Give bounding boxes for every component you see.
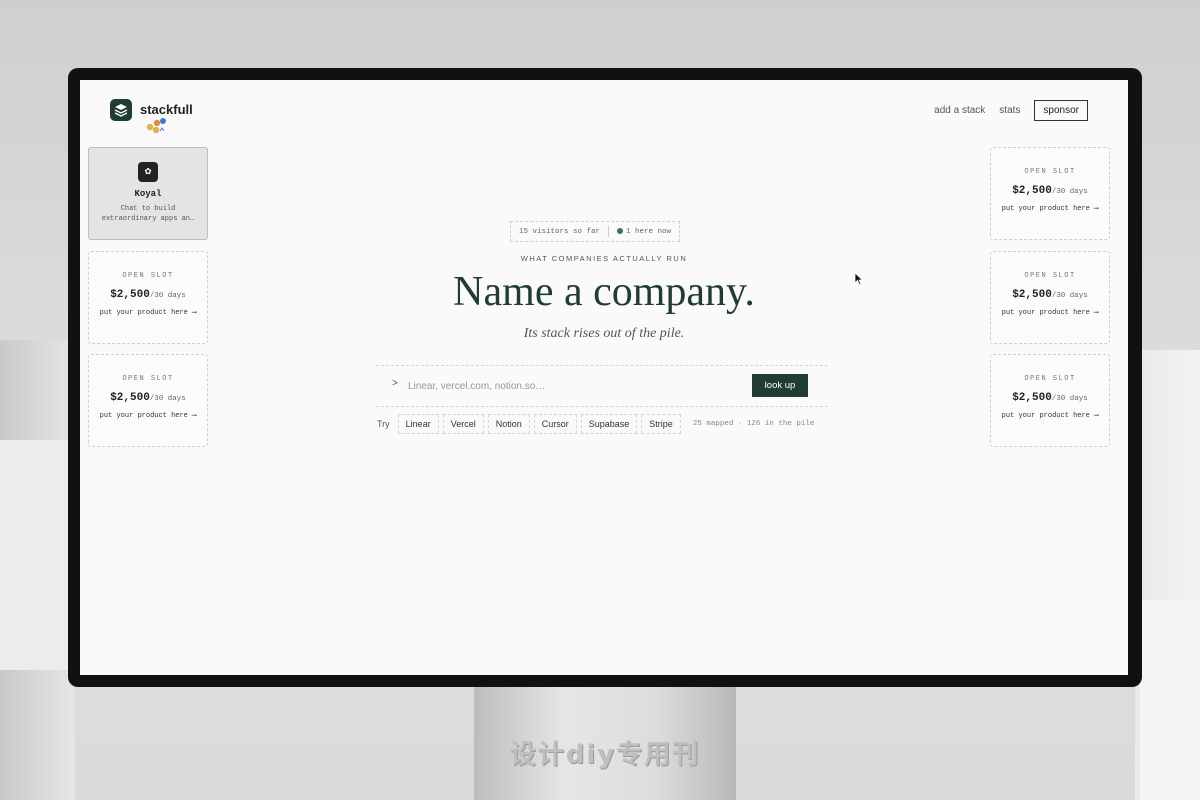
nav-add-stack[interactable]: add a stack [934,105,985,116]
chip-notion[interactable]: Notion [487,414,530,434]
sponsor-name: Koyal [134,189,162,199]
chip-supabase[interactable]: Supabase [580,414,638,434]
chip-vercel[interactable]: Vercel [442,414,484,434]
slot-price: $2,500/30 days [89,392,207,404]
slot-price: $2,500/30 days [991,185,1109,197]
hero-kicker: WHAT COMPANIES ACTUALLY RUN [520,254,688,263]
price-value: $2,500 [1012,392,1052,404]
open-slot-card[interactable]: OPEN SLOT $2,500/30 days put your produc… [990,354,1110,447]
pile-counts: 25 mapped · 126 in the pile [692,420,815,428]
monitor-stand: 设计diy专用刊 [474,684,736,800]
slot-cta: put your product here ⟶ [1001,412,1099,420]
brand-name[interactable]: stackfull [140,102,193,117]
brand-dots-icon [146,118,166,134]
live-dot-icon [617,227,624,234]
visitors-total: 15 visitors so far [519,227,601,236]
price-value: $2,500 [1012,185,1052,197]
page-subtitle: Its stack rises out of the pile. [523,326,685,341]
sponsored-card-koyal[interactable]: ✿ Koyal Chat to build extraordinary apps… [88,147,208,240]
price-period: /30 days [1051,188,1088,196]
visitors-live: 1 here now [609,227,679,236]
sponsor-button[interactable]: sponsor [1034,100,1088,121]
suggestions-row: Try Linear Vercel Notion Cursor Supabase… [377,414,814,434]
prompt-icon: > [392,379,399,390]
page-title: Name a company. [453,269,755,315]
background-box-right [1140,600,1200,800]
stand-watermark: 设计diy专用刊 [509,740,701,770]
chip-linear[interactable]: Linear [397,414,439,434]
price-value: $2,500 [110,392,150,404]
sponsor-description: Chat to build extraordinary apps an… [101,205,195,223]
logo-icon[interactable] [110,99,132,121]
open-slot-label: OPEN SLOT [1024,168,1076,176]
open-slot-label: OPEN SLOT [122,375,174,383]
search-bar: > look up [376,365,828,407]
mouse-cursor-icon [854,272,864,286]
top-nav: add a stack stats sponsor [934,100,1088,121]
chip-cursor[interactable]: Cursor [533,414,577,434]
background-box-left [0,440,70,670]
nav-stats[interactable]: stats [999,105,1020,116]
chip-stripe[interactable]: Stripe [641,414,681,434]
slot-cta: put your product here ⟶ [1001,205,1099,213]
open-slot-label: OPEN SLOT [1024,375,1076,383]
look-up-button[interactable]: look up [752,374,808,397]
try-label: Try [377,419,390,429]
company-search-input[interactable] [406,376,710,396]
price-period: /30 days [149,395,186,403]
slot-cta: put your product here ⟶ [99,412,197,420]
visitor-counter: 15 visitors so far 1 here now [510,221,681,242]
visitors-live-text: 1 here now [626,227,672,236]
browser-page: stackfull add a stack stats sponsor ✿ Ko… [80,80,1128,675]
price-period: /30 days [1051,395,1088,403]
open-slot-card[interactable]: OPEN SLOT $2,500/30 days put your produc… [88,354,208,447]
koyal-logo-icon: ✿ [138,162,158,182]
open-slot-card[interactable]: OPEN SLOT $2,500/30 days put your produc… [990,147,1110,240]
slot-price: $2,500/30 days [991,392,1109,404]
